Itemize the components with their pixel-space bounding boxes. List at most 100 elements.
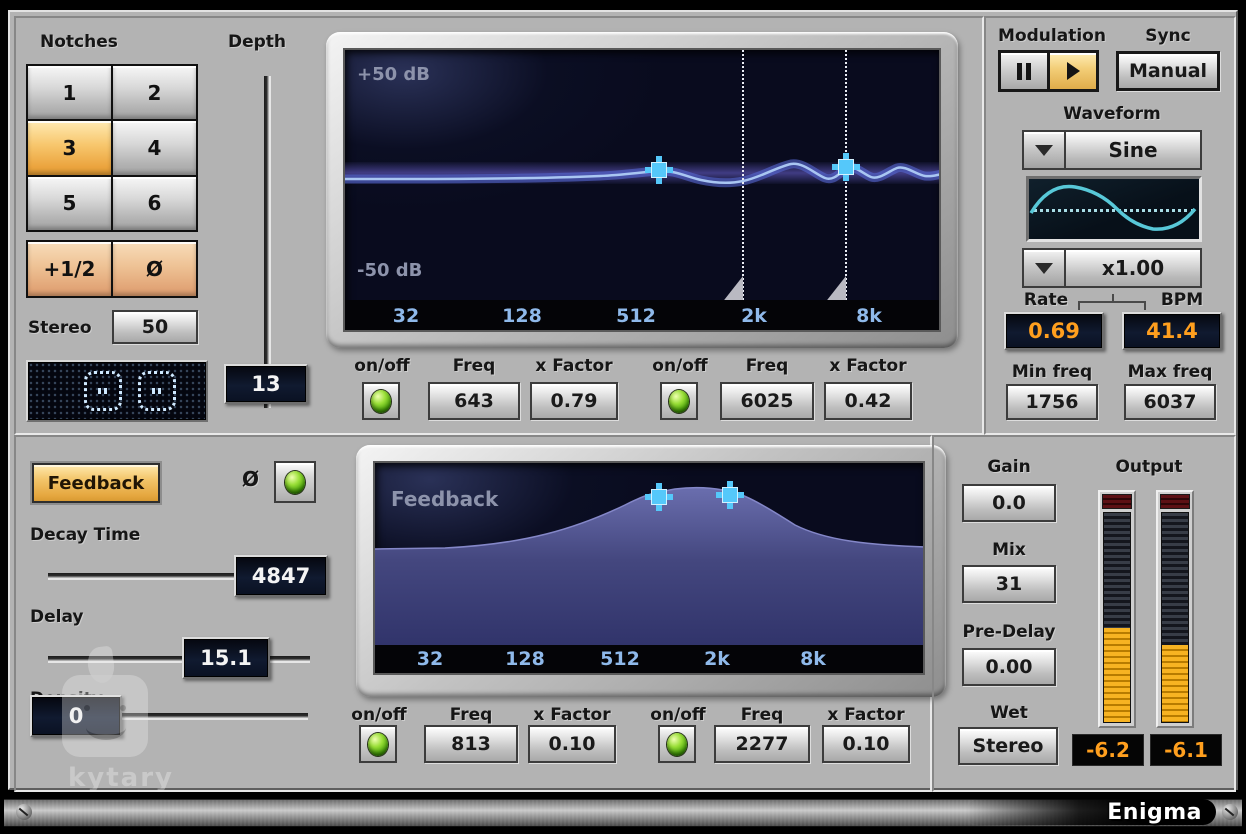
flame-icon xyxy=(86,645,117,684)
output-label: Output xyxy=(1102,457,1196,477)
fb-band2-factor-label: x Factor xyxy=(814,705,918,725)
stereo-left-channel-icon xyxy=(84,371,122,411)
mod-graph-axis: 32 128 512 2k 8k xyxy=(345,300,939,330)
notch-band1-handle[interactable] xyxy=(651,162,667,178)
max-freq-value[interactable]: 6037 xyxy=(1124,384,1216,420)
axis-tick: 128 xyxy=(502,305,542,327)
fb-band1-onoff-label: on/off xyxy=(349,705,409,725)
pause-icon xyxy=(1017,63,1031,80)
notch-count-button-4[interactable]: 4 xyxy=(113,121,196,174)
delay-slider-handle[interactable]: 15.1 xyxy=(182,637,270,679)
decay-slider-handle[interactable]: 4847 xyxy=(234,555,328,597)
mix-label: Mix xyxy=(964,540,1054,560)
clip-led xyxy=(1102,494,1132,509)
notch-count-button-2[interactable]: 2 xyxy=(113,66,196,119)
band1-freq-label: Freq xyxy=(428,356,520,376)
db-top-label: +50 dB xyxy=(357,64,430,85)
axis-tick: 8k xyxy=(856,305,882,327)
bpm-label: BPM xyxy=(1142,290,1222,310)
delay-label: Delay xyxy=(30,607,84,627)
pause-button[interactable] xyxy=(1001,53,1047,89)
notch-filter-panel: Notches 1 2 3 4 5 6 +1/2 Ø Stereo 50 Dep… xyxy=(14,16,984,435)
band1-freq-value[interactable]: 643 xyxy=(428,382,520,420)
band1-onoff-button[interactable] xyxy=(362,382,400,420)
output-meter-right xyxy=(1156,490,1194,728)
wet-label: Wet xyxy=(964,703,1054,723)
fb-band1-handle[interactable] xyxy=(651,489,667,505)
sync-mode-button[interactable]: Manual xyxy=(1116,51,1220,91)
fb-band1-onoff-button[interactable] xyxy=(359,725,397,763)
green-led-icon xyxy=(285,471,305,494)
waveform-preview xyxy=(1026,176,1202,242)
axis-tick: 2k xyxy=(704,648,730,670)
meter-body xyxy=(1161,512,1189,723)
fb-band2-freq-value[interactable]: 2277 xyxy=(714,725,810,763)
green-led-icon xyxy=(669,390,689,413)
modulation-label: Modulation xyxy=(996,26,1108,46)
depth-slider-track[interactable] xyxy=(264,76,271,408)
max-freq-label: Max freq xyxy=(1118,362,1222,382)
depth-slider-handle[interactable]: 13 xyxy=(224,364,308,404)
fb-band1-factor-label: x Factor xyxy=(520,705,624,725)
output-panel: Gain 0.0 Mix 31 Pre-Delay 0.00 Wet Stere… xyxy=(932,435,1236,792)
axis-tick: 512 xyxy=(616,305,656,327)
gain-value[interactable]: 0.0 xyxy=(962,484,1056,522)
stereo-label: Stereo xyxy=(28,318,92,338)
notch-count-button-6[interactable]: 6 xyxy=(113,177,196,230)
play-button[interactable] xyxy=(1047,53,1096,89)
min-freq-marker-line xyxy=(742,50,744,304)
notch-count-button-1[interactable]: 1 xyxy=(28,66,111,119)
plugin-face: Notches 1 2 3 4 5 6 +1/2 Ø Stereo 50 Dep… xyxy=(8,10,1238,790)
fb-band1-factor-value[interactable]: 0.10 xyxy=(528,725,616,763)
dropdown-arrow-button[interactable] xyxy=(1024,250,1066,286)
feedback-onoff-button[interactable] xyxy=(274,461,316,503)
wet-mode-button[interactable]: Stereo xyxy=(958,727,1058,765)
min-freq-label: Min freq xyxy=(1000,362,1104,382)
screw-icon xyxy=(16,804,32,820)
predelay-label: Pre-Delay xyxy=(954,622,1064,642)
fb-band2-freq-label: Freq xyxy=(714,705,810,725)
stereo-rotation-display xyxy=(26,360,208,422)
feedback-toggle-button[interactable]: Feedback xyxy=(32,463,160,503)
rate-scale-select[interactable]: x1.00 xyxy=(1022,248,1202,288)
waveform-select-value[interactable]: Sine xyxy=(1066,132,1200,168)
sine-wave-icon xyxy=(1029,179,1199,239)
predelay-value[interactable]: 0.00 xyxy=(962,648,1056,686)
notch-count-button-3[interactable]: 3 xyxy=(28,121,111,174)
feedback-graph-bezel: Feedback 32 128 512 2k 8k xyxy=(356,445,946,697)
feedback-panel: Feedback Ø Decay Time 4847 Delay 15.1 De… xyxy=(14,435,932,792)
fb-band2-onoff-button[interactable] xyxy=(658,725,696,763)
half-notch-button[interactable]: +1/2 xyxy=(28,242,111,296)
band2-onoff-button[interactable] xyxy=(660,382,698,420)
rate-scale-value[interactable]: x1.00 xyxy=(1066,250,1200,286)
decay-time-label: Decay Time xyxy=(30,525,140,545)
band2-factor-value[interactable]: 0.42 xyxy=(824,382,912,420)
density-slider-handle[interactable]: 0 xyxy=(30,695,122,737)
bpm-display[interactable]: 41.4 xyxy=(1122,312,1222,350)
stereo-value-button[interactable]: 50 xyxy=(112,310,198,344)
fb-band2-handle[interactable] xyxy=(722,487,738,503)
fb-band1-freq-value[interactable]: 813 xyxy=(424,725,518,763)
output-meter-left xyxy=(1098,490,1136,728)
fb-band2-factor-value[interactable]: 0.10 xyxy=(822,725,910,763)
axis-tick: 2k xyxy=(741,305,767,327)
depth-label: Depth xyxy=(228,32,286,52)
mix-value[interactable]: 31 xyxy=(962,565,1056,603)
band1-factor-value[interactable]: 0.79 xyxy=(530,382,618,420)
max-freq-marker-line xyxy=(845,50,847,304)
rate-display[interactable]: 0.69 xyxy=(1004,312,1104,350)
green-led-icon xyxy=(368,733,388,756)
band2-freq-value[interactable]: 6025 xyxy=(720,382,814,420)
rate-label: Rate xyxy=(1006,290,1086,310)
meter-fill-left xyxy=(1104,628,1130,722)
notch-band2-handle[interactable] xyxy=(838,159,854,175)
min-freq-value[interactable]: 1756 xyxy=(1006,384,1098,420)
modulation-panel: Modulation Sync Manual Waveform Sine x1.… xyxy=(984,16,1236,435)
delay-slider-track[interactable] xyxy=(48,656,310,663)
waveform-select[interactable]: Sine xyxy=(1022,130,1202,170)
phase-button[interactable]: Ø xyxy=(113,242,196,296)
sync-label: Sync xyxy=(1116,26,1220,46)
axis-tick: 128 xyxy=(505,648,545,670)
notch-count-button-5[interactable]: 5 xyxy=(28,177,111,230)
dropdown-arrow-button[interactable] xyxy=(1024,132,1066,168)
